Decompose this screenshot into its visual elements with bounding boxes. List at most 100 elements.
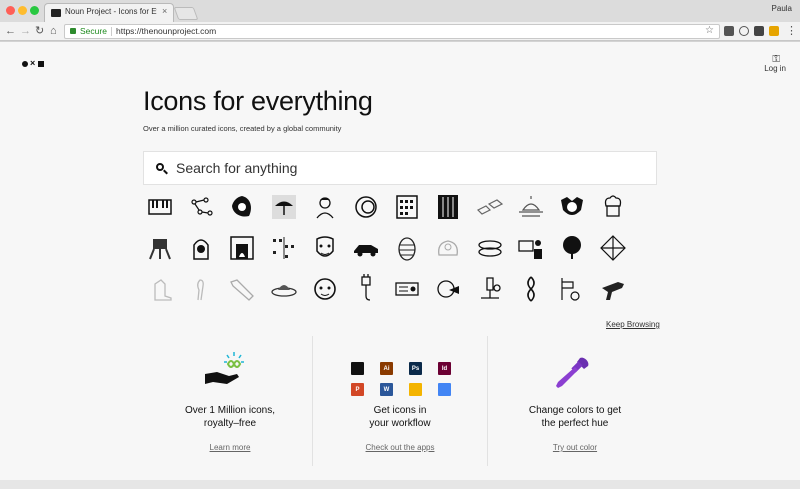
logo-circle-icon: [22, 61, 28, 67]
tab-close-icon[interactable]: ×: [162, 6, 167, 16]
new-tab-button[interactable]: [173, 7, 199, 20]
page-content: × ⚿ Log in Icons for everything Over a m…: [0, 42, 800, 480]
basketball-icon[interactable]: [557, 274, 587, 304]
feature-royalty-free: Over 1 Million icons, royalty–free Learn…: [143, 336, 317, 466]
lock-icon: [70, 28, 76, 34]
tab-strip: Noun Project - Icons for Everyth × Paula: [0, 0, 800, 22]
apple-icon[interactable]: [351, 362, 364, 375]
logo-x-icon: ×: [30, 58, 36, 68]
feature-title-line2: the perfect hue: [541, 418, 609, 429]
baby-face-icon[interactable]: [310, 274, 340, 304]
bottom-edge: [0, 480, 800, 489]
check-out-apps-link[interactable]: Check out the apps: [313, 443, 487, 452]
piano-icon[interactable]: [145, 192, 175, 222]
home-icon[interactable]: ⌂: [50, 24, 57, 38]
secure-label: Secure: [80, 26, 107, 36]
k-extension-icon[interactable]: [769, 26, 779, 36]
bookshelf-icon[interactable]: [433, 192, 463, 222]
minimize-window-button[interactable]: [18, 6, 27, 15]
woman-icon[interactable]: [310, 192, 340, 222]
google-slides-icon[interactable]: [409, 383, 422, 396]
powerpoint-icon[interactable]: P: [351, 383, 364, 396]
back-icon[interactable]: ←: [5, 24, 16, 38]
car-icon[interactable]: [351, 233, 381, 263]
login-link[interactable]: Log in: [764, 64, 786, 73]
illustrator-icon[interactable]: Ai: [380, 362, 393, 375]
knot-icon[interactable]: [516, 274, 546, 304]
pinecone-icon[interactable]: [392, 233, 422, 263]
network-icon[interactable]: [598, 233, 628, 263]
feature-workflow: Ai Ps Id P W Get icons in your workflow Chec…: [313, 336, 487, 466]
logo-square-icon: [38, 61, 44, 67]
plug-icon[interactable]: [351, 274, 381, 304]
address-bar[interactable]: Secure https://thenounproject.com ☆: [64, 24, 720, 39]
walker-robot-icon[interactable]: [145, 233, 175, 263]
close-window-button[interactable]: [6, 6, 15, 15]
fireplace-icon[interactable]: [227, 233, 257, 263]
menu-icon[interactable]: ⋮: [786, 24, 797, 38]
feature-title: Change colors to get the perfect hue: [488, 404, 662, 430]
gun-icon[interactable]: [598, 274, 628, 304]
search-input[interactable]: [176, 159, 636, 177]
browser-toolbar: ← → ↻ ⌂ Secure https://thenounproject.co…: [0, 22, 800, 41]
try-out-color-link[interactable]: Try out color: [488, 443, 662, 452]
url-text[interactable]: https://thenounproject.com: [116, 26, 216, 36]
profile-name[interactable]: Paula: [772, 4, 792, 13]
globe-hand-icon[interactable]: [433, 274, 463, 304]
radio-icon[interactable]: [392, 274, 422, 304]
search-box[interactable]: [143, 151, 657, 185]
dragon-icon[interactable]: [433, 233, 463, 263]
grid-calendar-icon[interactable]: [392, 192, 422, 222]
circle-ring-icon[interactable]: [351, 192, 381, 222]
feature-title-line1: Change colors to get: [528, 405, 622, 416]
indesign-icon[interactable]: Id: [438, 362, 451, 375]
ufo-icon[interactable]: [269, 274, 299, 304]
microscope-icon[interactable]: [475, 274, 505, 304]
helmet-icon[interactable]: [186, 233, 216, 263]
forward-icon[interactable]: →: [20, 24, 31, 38]
hand-infinity-icon: [205, 352, 244, 384]
feature-title: Over 1 Million icons, royalty–free: [143, 404, 317, 430]
photoshop-icon[interactable]: Ps: [409, 362, 422, 375]
eyedropper-icon: [556, 357, 589, 388]
feature-title-line2: royalty–free: [203, 418, 257, 429]
maximize-window-button[interactable]: [30, 6, 39, 15]
feature-title-line1: Over 1 Million icons,: [184, 405, 276, 416]
page-title: Icons for everything: [143, 86, 373, 116]
pocket-extension-icon[interactable]: [724, 26, 734, 36]
noun-project-logo[interactable]: ×: [22, 58, 46, 68]
word-icon[interactable]: W: [380, 383, 393, 396]
learn-more-link[interactable]: Learn more: [143, 443, 317, 452]
pattern-icon[interactable]: [269, 233, 299, 263]
dog-icon[interactable]: [557, 192, 587, 222]
feature-title: Get icons in your workflow: [313, 404, 487, 430]
browser-tab[interactable]: Noun Project - Icons for Everyth ×: [44, 3, 174, 22]
feature-colors: Change colors to get the perfect hue Try…: [488, 336, 662, 466]
page-subtitle: Over a million curated icons, created by…: [143, 124, 342, 133]
google-docs-icon[interactable]: [438, 383, 451, 396]
umbrella-icon[interactable]: [269, 192, 299, 222]
slippers-icon[interactable]: [475, 233, 505, 263]
molecule-icon[interactable]: [186, 192, 216, 222]
keep-browsing-link[interactable]: Keep Browsing: [606, 320, 660, 329]
bookmark-star-icon[interactable]: ☆: [705, 25, 714, 36]
layers-extension-icon[interactable]: [754, 26, 764, 36]
address-divider: [111, 27, 112, 36]
info-extension-icon[interactable]: [739, 26, 749, 36]
sunset-icon[interactable]: [516, 192, 546, 222]
feature-title-line1: Get icons in: [373, 405, 427, 416]
reload-icon[interactable]: ↻: [35, 24, 44, 38]
feature-title-line2: your workflow: [369, 418, 431, 429]
search-icon-handle: [163, 169, 168, 175]
tab-title: Noun Project - Icons for Everyth: [65, 7, 157, 16]
apps-grid: Ai Ps Id P W: [351, 362, 451, 398]
tiles-icon[interactable]: [475, 192, 505, 222]
sun-leaf-icon[interactable]: [227, 192, 257, 222]
chef-hat-icon[interactable]: [598, 192, 628, 222]
face-mask-icon[interactable]: [310, 233, 340, 263]
hand-icon[interactable]: [227, 274, 257, 304]
tree-icon[interactable]: [557, 233, 587, 263]
bird-icon[interactable]: [186, 274, 216, 304]
presenter-icon[interactable]: [516, 233, 546, 263]
shoe-icon[interactable]: [145, 274, 175, 304]
